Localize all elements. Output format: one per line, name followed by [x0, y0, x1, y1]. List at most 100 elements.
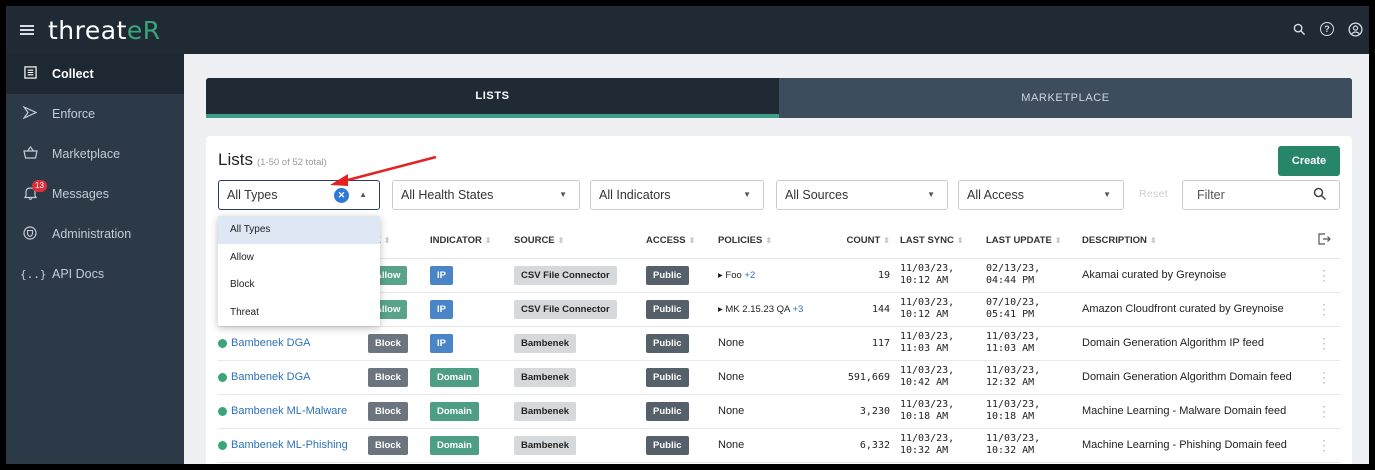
list-name-link[interactable]: Bambenek ML-Phishing: [218, 428, 368, 463]
table-row[interactable]: Allow IP CSV File Connector Public ▸ Foo…: [218, 258, 1340, 293]
col-indicator[interactable]: INDICATOR ⬍: [430, 224, 514, 259]
indicator-tag: IP: [430, 299, 453, 319]
enforce-icon: [20, 105, 40, 122]
last-sync-cell: 11/03/23, 10:12 AM: [900, 292, 986, 327]
page-title: Lists: [218, 150, 253, 169]
table-row[interactable]: Bambenek ML-Malware Block Domain Bambene…: [218, 394, 1340, 429]
menu-icon[interactable]: [20, 25, 34, 35]
logo[interactable]: threateR: [48, 16, 161, 45]
source-cell: CSV File Connector: [514, 258, 646, 293]
reset-button[interactable]: Reset: [1139, 188, 1168, 200]
type-tag: Block: [368, 367, 408, 387]
access-cell: Public: [646, 258, 718, 293]
policies-cell[interactable]: ▸ Foo +2: [718, 258, 830, 293]
count-cell: 117: [830, 326, 900, 361]
sidebar-item-collect[interactable]: Collect: [6, 54, 184, 94]
col-last-sync[interactable]: LAST SYNC ⬍: [900, 224, 986, 259]
sidebar-item-administration[interactable]: Administration: [6, 214, 184, 254]
description-cell: Domain Generation Algorithm Domain feed: [1082, 360, 1308, 395]
source-cell: Bambenek: [514, 326, 646, 361]
col-policies[interactable]: POLICIES ⬍: [718, 224, 830, 259]
table-row[interactable]: Bambenek DGA Block IP Bambenek Public No…: [218, 326, 1340, 361]
sidebar-item-enforce[interactable]: Enforce: [6, 94, 184, 134]
indicator-cell: IP: [430, 258, 514, 293]
total-count: (1-50 of 52 total): [256, 157, 327, 168]
access-cell: Public: [646, 326, 718, 361]
health-dot: [218, 406, 227, 416]
indicator-cell: IP: [430, 326, 514, 361]
last-sync-cell: 11/03/23, 11:03 AM: [900, 326, 986, 361]
account-icon[interactable]: [1347, 21, 1363, 37]
filter-placeholder: Filter: [1197, 188, 1225, 202]
source-tag: CSV File Connector: [514, 265, 617, 285]
access-tag: Public: [646, 367, 689, 387]
access-tag: Public: [646, 435, 689, 455]
health-dot: [218, 372, 227, 382]
kebab-menu-icon[interactable]: ⋮: [1308, 292, 1340, 327]
messages-badge: 13: [32, 180, 47, 192]
kebab-menu-icon[interactable]: ⋮: [1308, 428, 1340, 463]
policy-more-link[interactable]: +2: [744, 270, 755, 281]
kebab-menu-icon[interactable]: ⋮: [1308, 360, 1340, 395]
type-option[interactable]: All Types: [218, 216, 380, 244]
chevron-down-icon: ▼: [1103, 190, 1111, 199]
last-sync-cell: 11/03/23, 10:42 AM: [900, 360, 986, 395]
indicator-tag: Domain: [430, 435, 479, 455]
source-cell: Bambenek: [514, 394, 646, 429]
access-select[interactable]: All Access ▼: [958, 180, 1124, 210]
policies-cell[interactable]: None: [718, 428, 830, 463]
export-icon[interactable]: [1308, 224, 1340, 259]
count-cell: 591,669: [830, 360, 900, 395]
type-select-value: All Types: [227, 188, 278, 202]
search-icon[interactable]: [1313, 187, 1327, 204]
create-button[interactable]: Create: [1278, 146, 1340, 176]
policies-cell[interactable]: None: [718, 394, 830, 429]
list-name-link[interactable]: Bambenek DGA: [218, 326, 368, 361]
source-select[interactable]: All Sources ▼: [776, 180, 948, 210]
policies-cell[interactable]: ▸ MK 2.15.23 QA +3: [718, 292, 830, 327]
sidebar-item-label: Collect: [52, 67, 94, 81]
policy-more-link[interactable]: +3: [792, 304, 803, 315]
table-row[interactable]: Bambenek DGA Block Domain Bambenek Publi…: [218, 360, 1340, 395]
type-option[interactable]: Threat: [218, 299, 380, 327]
sidebar-item-label: Enforce: [52, 107, 96, 121]
col-count[interactable]: COUNT ⬍: [830, 224, 900, 259]
access-tag: Public: [646, 299, 689, 319]
kebab-menu-icon[interactable]: ⋮: [1308, 326, 1340, 361]
health-dot: [218, 338, 227, 348]
sidebar-item-messages[interactable]: 13 Messages: [6, 174, 184, 214]
table-row[interactable]: Bambenek ML-Phishing Block Domain Bamben…: [218, 428, 1340, 463]
type-option[interactable]: Block: [218, 271, 380, 299]
type-option[interactable]: Allow: [218, 244, 380, 272]
table-header-row: PE⬍ INDICATOR⬍ SOURCE⬍ ACCESS⬍ POLICIES⬍…: [218, 224, 1340, 259]
chevron-down-icon: ▼: [927, 190, 935, 199]
table-row[interactable]: Allow IP CSV File Connector Public ▸ MK …: [218, 292, 1340, 327]
tab-marketplace[interactable]: MARKETPLACE: [779, 78, 1352, 118]
col-last-update[interactable]: LAST UPDATE ⬍: [986, 224, 1082, 259]
col-description[interactable]: DESCRIPTION ⬍: [1082, 224, 1308, 259]
list-name-link[interactable]: Bambenek DGA: [218, 360, 368, 395]
last-sync-cell: 11/03/23, 10:18 AM: [900, 394, 986, 429]
policies-cell[interactable]: None: [718, 360, 830, 395]
logo-accent: eR: [126, 15, 161, 45]
list-name-link[interactable]: Bambenek ML-Malware: [218, 394, 368, 429]
access-cell: Public: [646, 428, 718, 463]
access-tag: Public: [646, 265, 689, 285]
sidebar-item-marketplace[interactable]: Marketplace: [6, 134, 184, 174]
sidebar-item-api-docs[interactable]: {..} API Docs: [6, 254, 184, 294]
filter-input[interactable]: Filter: [1182, 180, 1340, 210]
col-source[interactable]: SOURCE ⬍: [514, 224, 646, 259]
help-icon[interactable]: ?: [1319, 21, 1335, 37]
indicator-select[interactable]: All Indicators ▼: [590, 180, 764, 210]
chevron-up-icon: ▲: [359, 190, 367, 199]
col-access[interactable]: ACCESS ⬍: [646, 224, 718, 259]
kebab-menu-icon[interactable]: ⋮: [1308, 394, 1340, 429]
app-window: threateR ? Collect Enforce Marketplace 1…: [6, 6, 1369, 464]
search-icon[interactable]: [1291, 21, 1307, 37]
collect-icon: [20, 66, 40, 82]
kebab-menu-icon[interactable]: ⋮: [1308, 258, 1340, 293]
tab-lists[interactable]: LISTS: [206, 78, 779, 118]
policies-cell[interactable]: None: [718, 326, 830, 361]
braces-icon: {..}: [20, 267, 47, 281]
last-sync-cell: 11/03/23, 10:32 AM: [900, 428, 986, 463]
